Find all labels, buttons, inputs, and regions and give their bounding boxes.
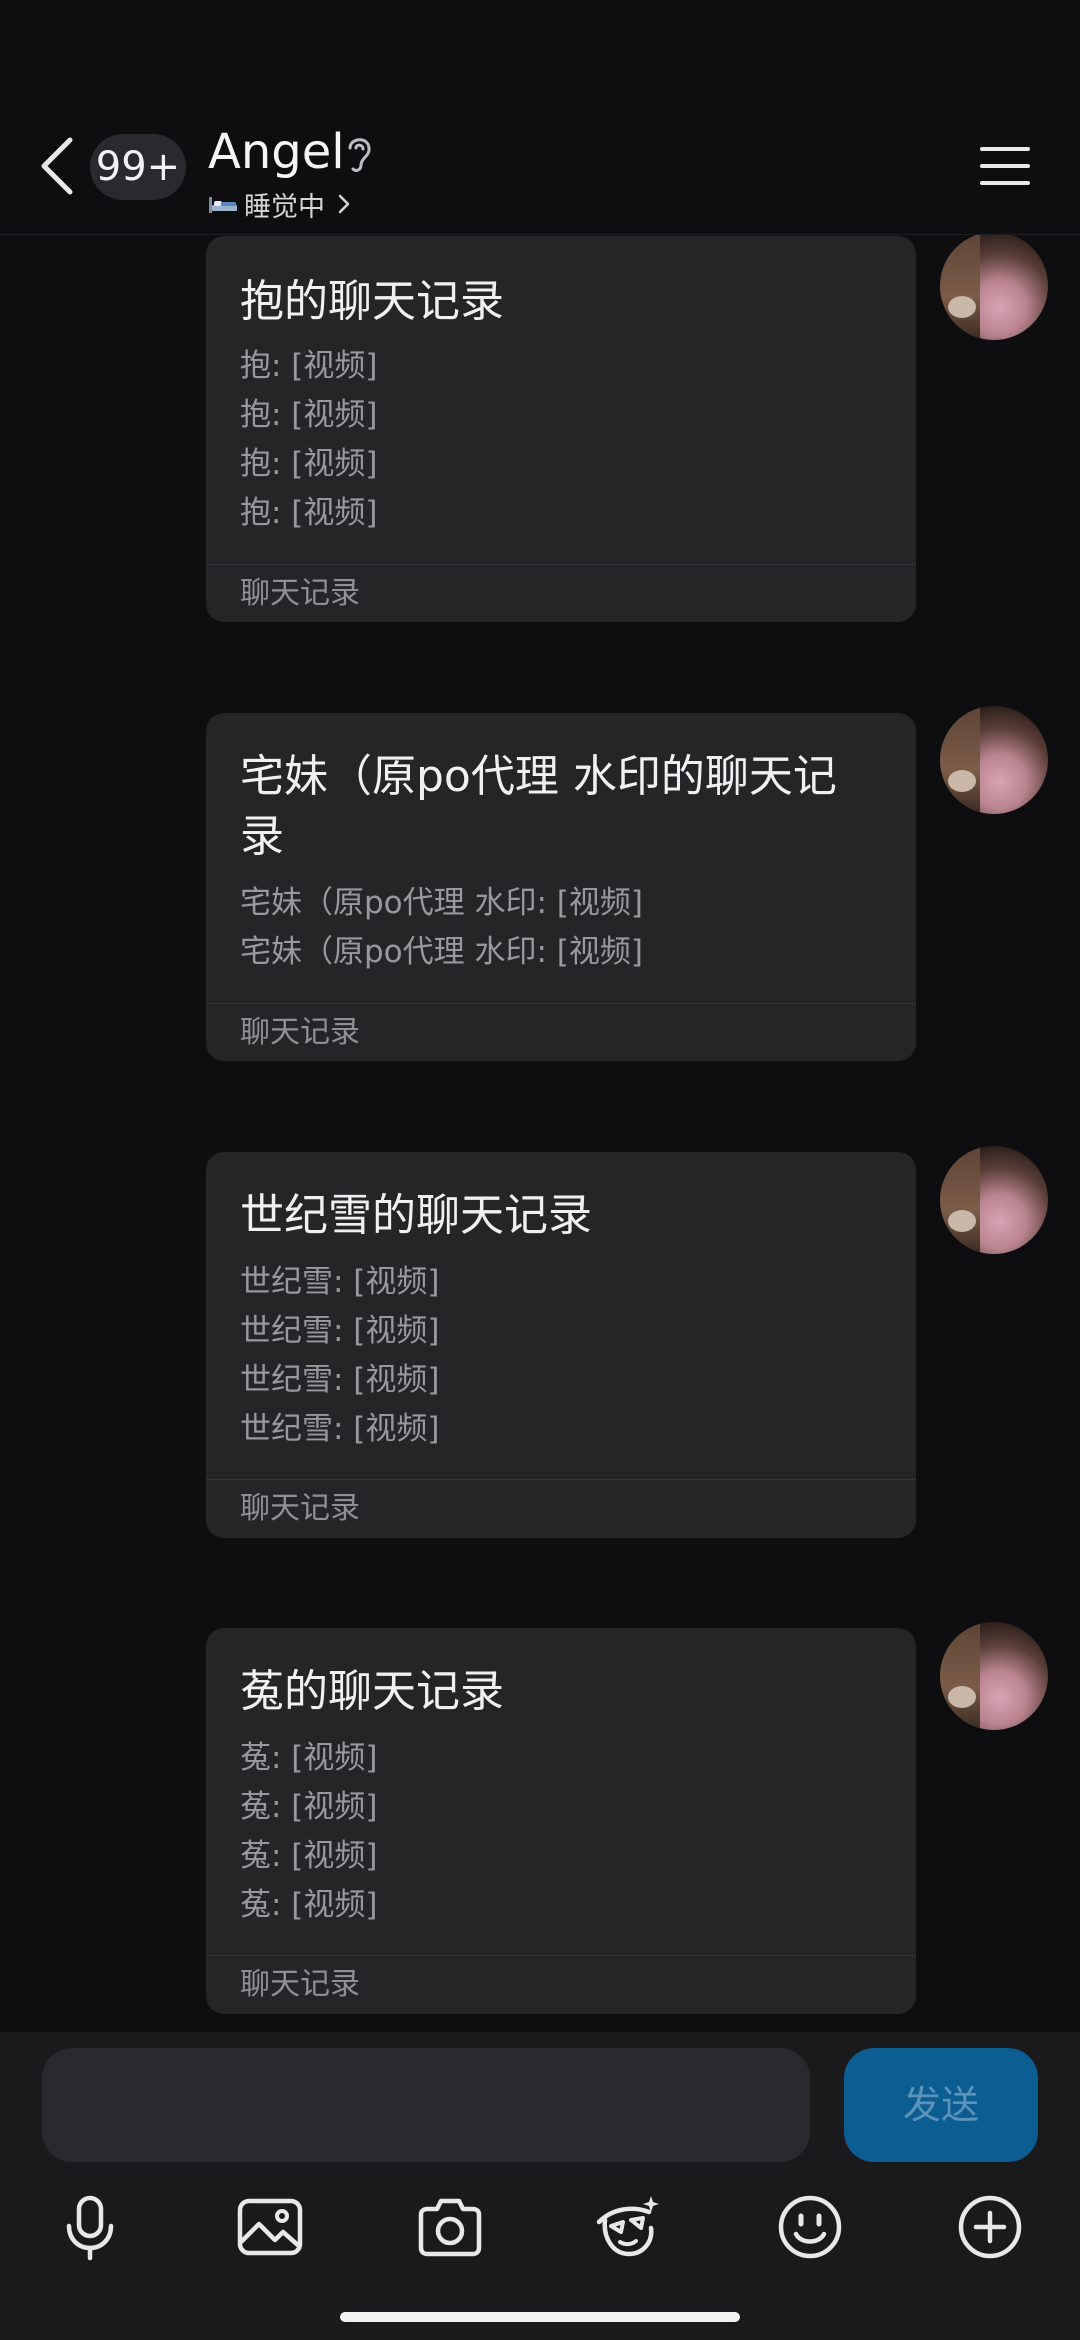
card-line: 宅妹（原po代理 水印: [视频] — [240, 885, 643, 921]
card-divider — [206, 1003, 916, 1004]
chevron-left-icon — [41, 137, 73, 195]
chat-screen: 99+ Angel 睡觉中 抱的聊天记录 抱: [视频] 抱: [视频] 抱: … — [0, 0, 1080, 2340]
card-line: 世纪雪: [视频] — [240, 1264, 440, 1300]
plus-icon[interactable] — [955, 2192, 1025, 2262]
avatar[interactable] — [940, 1146, 1048, 1254]
card-line: 世纪雪: [视频] — [240, 1313, 440, 1349]
chevron-right-icon — [338, 194, 350, 214]
card-line: 抱: [视频] — [240, 495, 378, 531]
image-icon[interactable] — [235, 2192, 305, 2262]
card-line: 菟: [视频] — [240, 1789, 378, 1825]
card-line: 抱: [视频] — [240, 446, 378, 482]
camera-icon[interactable] — [415, 2192, 485, 2262]
microphone-icon[interactable] — [55, 2192, 125, 2262]
card-divider — [206, 564, 916, 565]
unread-badge[interactable]: 99+ — [90, 134, 186, 200]
card-line: 世纪雪: [视频] — [240, 1362, 440, 1398]
contact-name[interactable]: Angel — [208, 120, 345, 184]
magic-face-icon[interactable] — [593, 2192, 663, 2262]
card-line: 菟: [视频] — [240, 1838, 378, 1874]
menu-button[interactable] — [980, 146, 1030, 186]
card-footer: 聊天记录 — [240, 1491, 360, 1526]
card-footer: 聊天记录 — [240, 576, 360, 611]
card-line: 抱: [视频] — [240, 397, 378, 433]
online-status[interactable]: 睡觉中 — [208, 184, 351, 224]
bed-icon — [209, 197, 237, 213]
hamburger-menu-icon — [980, 147, 1030, 185]
message-input[interactable] — [42, 2048, 810, 2162]
card-title: 宅妹（原po代理 水印的聊天记录 — [240, 751, 837, 862]
card-line: 菟: [视频] — [240, 1740, 378, 1776]
card-line: 抱: [视频] — [240, 348, 378, 384]
card-line: 菟: [视频] — [240, 1887, 378, 1923]
status-text: 睡觉中 — [244, 191, 325, 223]
chat-header: 99+ Angel 睡觉中 — [0, 0, 1080, 235]
card-title: 菟的聊天记录 — [240, 1666, 504, 1717]
card-line: 宅妹（原po代理 水印: [视频] — [240, 934, 643, 970]
home-indicator[interactable] — [340, 2312, 740, 2322]
chat-record-card[interactable]: 菟的聊天记录 菟: [视频] 菟: [视频] 菟: [视频] 菟: [视频] 聊… — [206, 1628, 916, 2014]
card-divider — [206, 1479, 916, 1480]
avatar[interactable] — [940, 1622, 1048, 1730]
avatar[interactable] — [940, 706, 1048, 814]
back-button[interactable] — [34, 134, 80, 198]
chat-record-card[interactable]: 抱的聊天记录 抱: [视频] 抱: [视频] 抱: [视频] 抱: [视频] 聊… — [206, 236, 916, 622]
emoji-icon[interactable] — [775, 2192, 845, 2262]
send-button[interactable]: 发送 — [844, 2048, 1038, 2162]
chat-record-card[interactable]: 宅妹（原po代理 水印的聊天记录 宅妹（原po代理 水印: [视频] 宅妹（原p… — [206, 713, 916, 1061]
avatar[interactable] — [940, 232, 1048, 340]
card-footer: 聊天记录 — [240, 1015, 360, 1050]
card-footer: 聊天记录 — [240, 1967, 360, 2002]
card-title: 世纪雪的聊天记录 — [240, 1190, 592, 1241]
ear-icon[interactable] — [344, 132, 374, 174]
card-title: 抱的聊天记录 — [240, 276, 504, 327]
chat-record-card[interactable]: 世纪雪的聊天记录 世纪雪: [视频] 世纪雪: [视频] 世纪雪: [视频] 世… — [206, 1152, 916, 1538]
card-divider — [206, 1955, 916, 1956]
card-line: 世纪雪: [视频] — [240, 1411, 440, 1447]
